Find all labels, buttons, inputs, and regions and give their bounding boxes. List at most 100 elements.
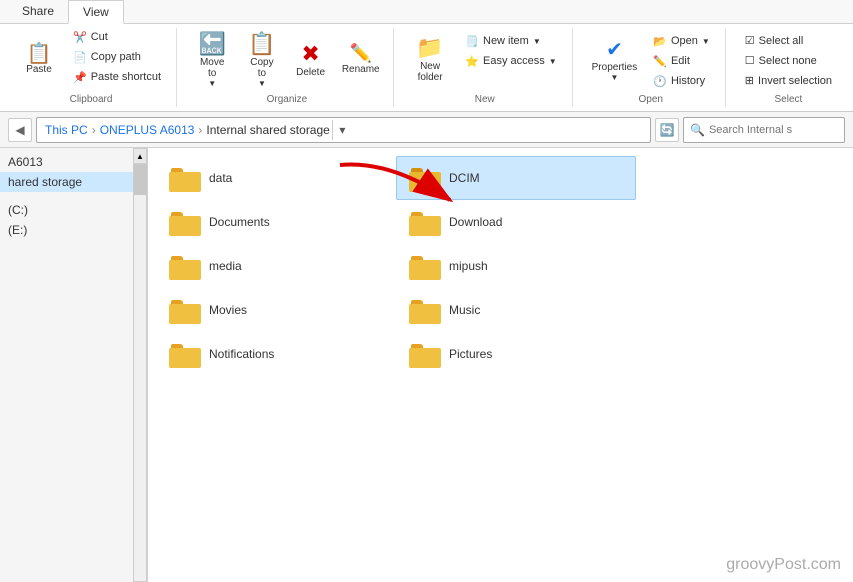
tab-share[interactable]: Share: [8, 0, 68, 23]
easy-access-button[interactable]: ⭐ Easy access ▼: [458, 52, 563, 70]
paste-shortcut-label: Paste shortcut: [91, 71, 161, 83]
folder-media[interactable]: media: [156, 244, 396, 288]
address-dropdown[interactable]: ▾: [332, 120, 352, 140]
search-icon: 🔍: [690, 123, 705, 137]
folder-documents[interactable]: Documents: [156, 200, 396, 244]
ribbon-tabs: Share View: [0, 0, 853, 24]
folder-dcim[interactable]: DCIM: [396, 156, 636, 200]
tab-view[interactable]: View: [68, 0, 124, 24]
folder-icon-data: [169, 164, 201, 192]
cut-icon: ✂️: [73, 31, 87, 44]
organize-group-label: Organize: [181, 94, 393, 105]
invert-selection-button[interactable]: ⊞ Invert selection: [738, 72, 839, 90]
folder-download-label: Download: [449, 215, 502, 229]
new-group: 📁 New folder 🗒️ New item ▼ ⭐ Easy access…: [398, 28, 573, 107]
folder-notifications[interactable]: Notifications: [156, 332, 396, 376]
properties-label: Properties: [592, 62, 638, 73]
properties-button[interactable]: ✔ Properties ▼: [585, 28, 645, 90]
new-folder-label: New folder: [413, 61, 447, 83]
path-device[interactable]: ONEPLUS A6013: [100, 123, 195, 137]
open-group: ✔ Properties ▼ 📂 Open ▼ ✏️ Edit 🕐: [577, 28, 726, 107]
move-to-icon: 🔙: [198, 31, 225, 57]
paste-label: Paste: [26, 64, 52, 75]
new-item-icon: 🗒️: [465, 35, 479, 48]
scroll-thumb[interactable]: [134, 165, 148, 195]
new-item-arrow: ▼: [533, 37, 541, 46]
folder-music[interactable]: Music: [396, 288, 636, 332]
cut-button[interactable]: ✂️ Cut: [66, 28, 168, 46]
new-group-label: New: [398, 94, 572, 105]
select-none-icon: ☐: [745, 54, 755, 67]
delete-icon: ✖: [301, 41, 319, 67]
folder-movies[interactable]: Movies: [156, 288, 396, 332]
paste-shortcut-icon: 📌: [73, 71, 87, 84]
path-sep-2: ›: [198, 123, 202, 137]
copy-path-button[interactable]: 📄 Copy path: [66, 48, 168, 66]
sidebar: ▲ A6013 hared storage (C:) (E:): [0, 148, 148, 582]
edit-label: Edit: [671, 55, 690, 67]
sidebar-item-e[interactable]: (E:): [0, 220, 134, 240]
folder-media-label: media: [209, 259, 242, 273]
ribbon-content: 📋 Paste ✂️ Cut 📄 Copy path 📌 Paste short…: [0, 24, 853, 112]
folder-notifications-label: Notifications: [209, 347, 274, 361]
cut-label: Cut: [91, 31, 108, 43]
new-item-label: New item: [483, 35, 529, 47]
copy-path-label: Copy path: [91, 51, 141, 63]
open-arrow: ▼: [702, 37, 710, 46]
refresh-button[interactable]: 🔄: [655, 118, 679, 142]
select-all-label: Select all: [759, 35, 804, 47]
back-button[interactable]: ◀: [8, 118, 32, 142]
folder-icon-notifications: [169, 340, 201, 368]
folder-pictures-label: Pictures: [449, 347, 492, 361]
search-input[interactable]: [709, 124, 829, 136]
address-path[interactable]: This PC › ONEPLUS A6013 › Internal share…: [36, 117, 651, 143]
open-button[interactable]: 📂 Open ▼: [646, 32, 717, 50]
folder-mipush-label: mipush: [449, 259, 488, 273]
easy-access-arrow: ▼: [549, 57, 557, 66]
delete-button[interactable]: ✖ Delete: [289, 28, 333, 90]
paste-button[interactable]: 📋 Paste: [14, 28, 64, 90]
properties-icon: ✔: [606, 37, 623, 62]
sidebar-item-a6013[interactable]: A6013: [0, 152, 134, 172]
search-box[interactable]: 🔍: [683, 117, 845, 143]
new-folder-button[interactable]: 📁 New folder: [406, 28, 454, 90]
scroll-up-button[interactable]: ▲: [133, 148, 147, 164]
folder-download[interactable]: Download: [396, 200, 636, 244]
easy-access-label: Easy access: [483, 55, 545, 67]
folder-pictures[interactable]: Pictures: [396, 332, 636, 376]
rename-icon: ✏️: [350, 43, 372, 64]
rename-button[interactable]: ✏️ Rename: [337, 28, 385, 90]
copy-to-button[interactable]: 📋 Copy to ▼: [239, 28, 284, 90]
organize-group: 🔙 Move to ▼ 📋 Copy to ▼ ✖ Delete ✏️ Rena…: [181, 28, 394, 107]
sidebar-item-shared-storage[interactable]: hared storage: [0, 172, 134, 192]
select-none-button[interactable]: ☐ Select none: [738, 52, 824, 70]
new-folder-icon: 📁: [416, 35, 443, 61]
file-area: data DCIM Documents Download media: [148, 148, 853, 582]
sidebar-item-c[interactable]: (C:): [0, 200, 134, 220]
folder-data[interactable]: data: [156, 156, 396, 200]
folder-mipush[interactable]: mipush: [396, 244, 636, 288]
delete-label: Delete: [296, 67, 325, 78]
folder-icon-download: [409, 208, 441, 236]
select-all-icon: ☑: [745, 34, 755, 47]
invert-selection-label: Invert selection: [758, 75, 832, 87]
move-to-arrow: ▼: [208, 79, 216, 88]
paste-shortcut-button[interactable]: 📌 Paste shortcut: [66, 68, 168, 86]
move-to-button[interactable]: 🔙 Move to ▼: [189, 28, 235, 90]
clipboard-group-label: Clipboard: [6, 94, 176, 105]
history-button[interactable]: 🕐 History: [646, 72, 717, 90]
select-all-button[interactable]: ☑ Select all: [738, 32, 811, 50]
folder-icon-movies: [169, 296, 201, 324]
history-label: History: [671, 75, 705, 87]
select-group: ☑ Select all ☐ Select none ⊞ Invert sele…: [730, 28, 847, 107]
new-item-button[interactable]: 🗒️ New item ▼: [458, 32, 563, 50]
sidebar-scrollbar[interactable]: ▲: [133, 148, 147, 582]
address-bar: ◀ This PC › ONEPLUS A6013 › Internal sha…: [0, 112, 853, 148]
path-this-pc[interactable]: This PC: [45, 123, 88, 137]
edit-button[interactable]: ✏️ Edit: [646, 52, 717, 70]
copy-to-label: Copy to: [246, 57, 277, 79]
folder-music-label: Music: [449, 303, 480, 317]
main-area: ▲ A6013 hared storage (C:) (E:) data DCI…: [0, 148, 853, 582]
watermark: groovyPost.com: [726, 556, 841, 574]
folder-data-label: data: [209, 171, 232, 185]
